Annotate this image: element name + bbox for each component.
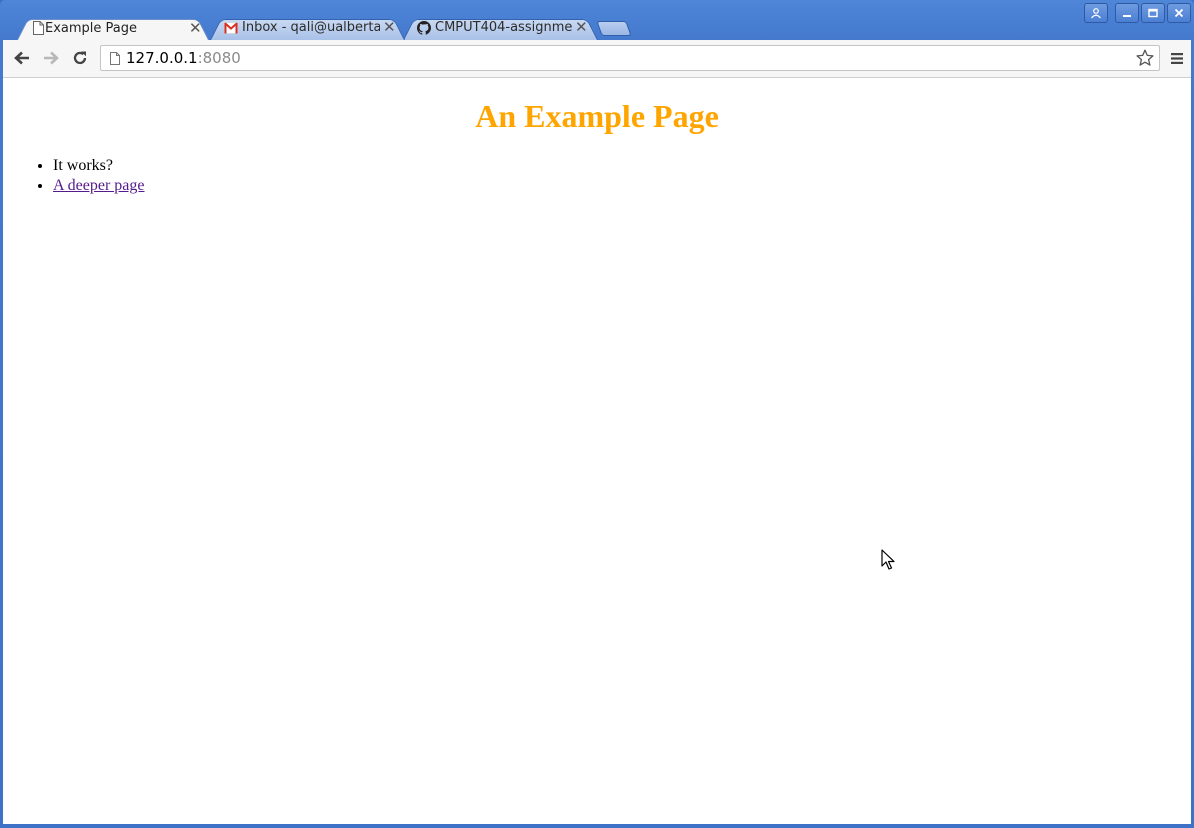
tab-title: Example Page [45, 21, 138, 36]
tab-example-page[interactable]: Example Page ✕ [17, 16, 209, 40]
tab-close-button[interactable]: ✕ [189, 21, 202, 36]
tab-title: CMPUT404-assignment [435, 20, 573, 35]
page-list: It works? A deeper page [13, 156, 145, 196]
forward-button[interactable] [40, 47, 62, 69]
list-item-text: It works? [53, 156, 145, 176]
address-bar[interactable]: 127.0.0.1:8080 [100, 45, 1160, 71]
back-button[interactable] [11, 47, 33, 69]
reload-button[interactable] [69, 47, 91, 69]
tab-github[interactable]: CMPUT404-assignment ✕ [403, 16, 598, 40]
mouse-cursor-icon [881, 549, 895, 570]
url-host: 127.0.0.1 [126, 49, 198, 67]
page-heading: An Example Page [475, 98, 719, 134]
hamburger-menu-icon [1171, 52, 1183, 64]
browser-window: CMPUT404-assignment ✕ Inbox - qali@ualbe… [0, 0, 1194, 828]
url-port: :8080 [197, 49, 241, 67]
list-item-link: A deeper page [53, 176, 145, 196]
menu-button[interactable] [1167, 48, 1187, 68]
tab-strip: CMPUT404-assignment ✕ Inbox - qali@ualbe… [0, 0, 1194, 40]
star-icon [1136, 49, 1154, 66]
back-arrow-icon [14, 51, 29, 65]
page-info-icon [108, 51, 122, 65]
new-tab-button[interactable] [596, 21, 632, 36]
page-icon [31, 21, 45, 35]
new-tab-shape [596, 21, 632, 36]
reload-icon [73, 51, 87, 65]
tab-title: Inbox - qali@ualberta.c [242, 20, 380, 35]
tab-inbox[interactable]: Inbox - qali@ualberta.c ✕ [210, 16, 405, 40]
deeper-page-link[interactable]: A deeper page [53, 177, 145, 194]
forward-arrow-icon [44, 51, 59, 65]
url-text[interactable]: 127.0.0.1:8080 [126, 49, 241, 67]
toolbar: 127.0.0.1:8080 [3, 40, 1191, 78]
page-content: An Example Page It works? A deeper page [3, 78, 1191, 824]
tab-close-button[interactable]: ✕ [383, 20, 396, 35]
bookmark-star-button[interactable] [1135, 48, 1155, 68]
tab-close-button[interactable]: ✕ [575, 20, 588, 35]
github-icon [417, 21, 431, 35]
gmail-icon [224, 21, 238, 35]
